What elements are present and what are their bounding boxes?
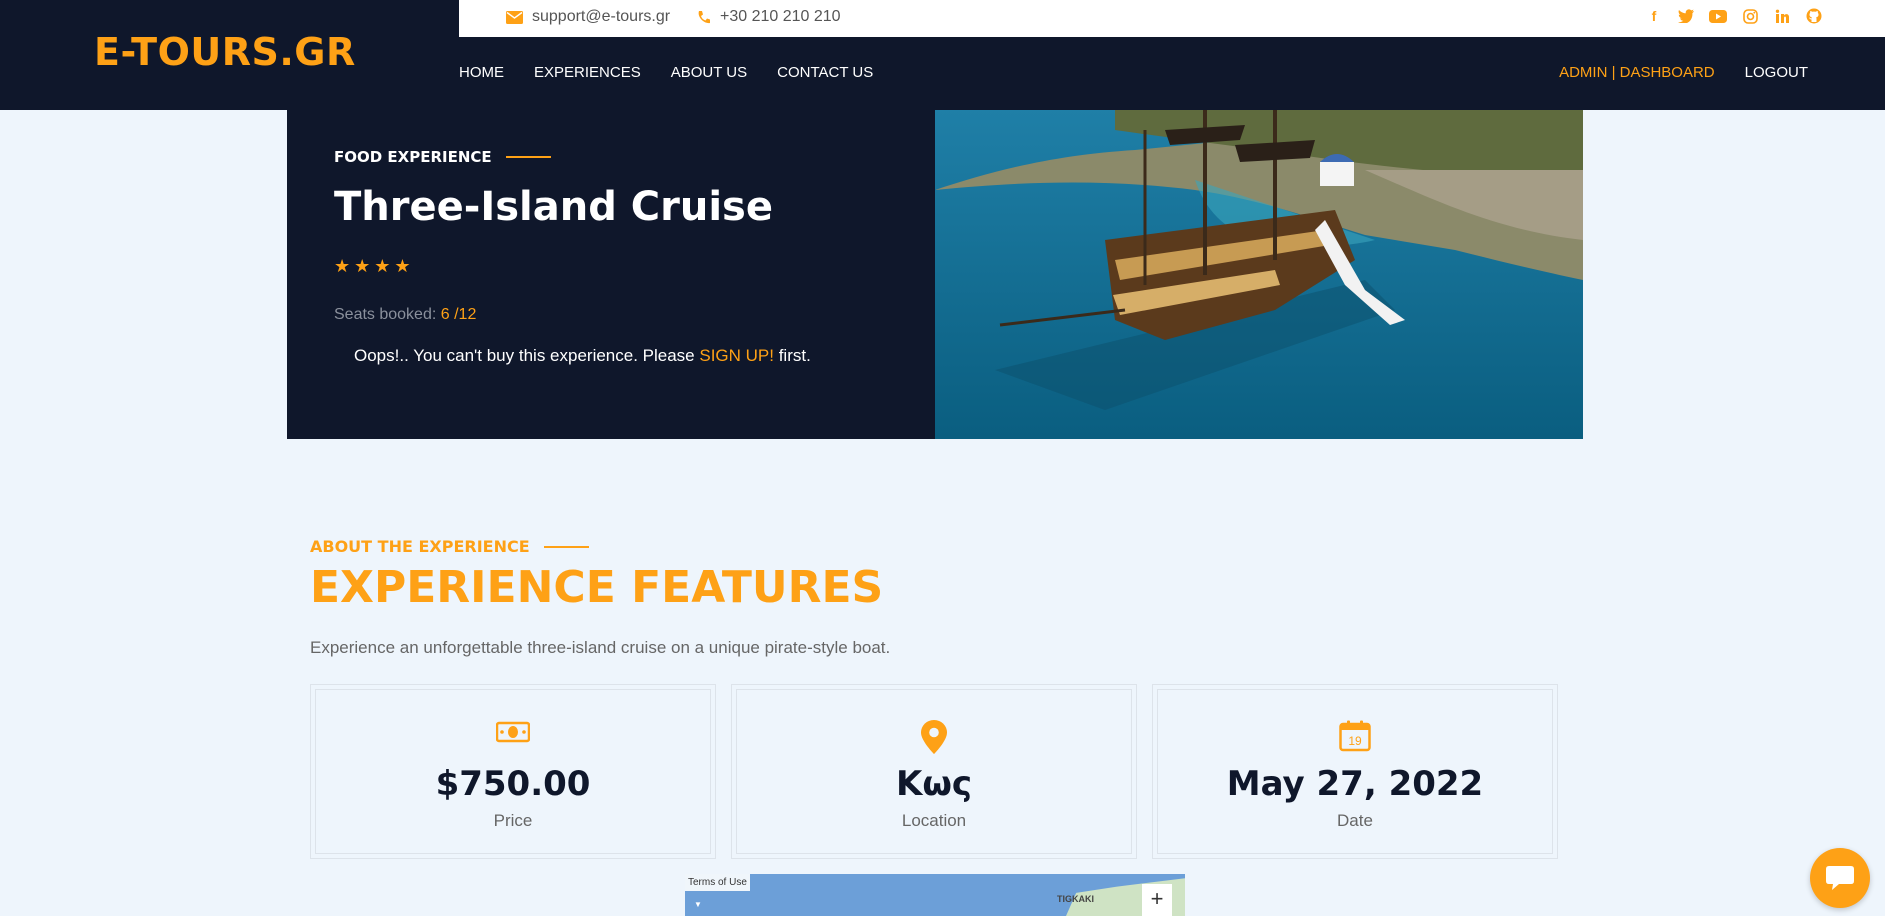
github-icon[interactable] xyxy=(1805,7,1823,25)
location-value: Κως xyxy=(895,764,973,804)
nav-admin-dashboard[interactable]: ADMIN | DASHBOARD xyxy=(1559,64,1715,81)
seats-label: Seats booked: xyxy=(334,306,437,323)
phone-text: +30 210 210 210 xyxy=(720,8,841,25)
email-contact[interactable]: support@e-tours.gr xyxy=(506,8,670,26)
star-icon: ★ xyxy=(374,256,391,276)
about-eyebrow: ABOUT THE EXPERIENCE xyxy=(310,537,589,556)
nav-experiences[interactable]: EXPERIENCES xyxy=(534,64,641,81)
features-heading: EXPERIENCE FEATURES xyxy=(310,562,884,613)
map-zoom-in-button[interactable]: + xyxy=(1142,884,1172,916)
rating-stars: ★ ★ ★ ★ xyxy=(334,256,411,277)
instagram-icon[interactable] xyxy=(1741,7,1759,25)
map-terms-link[interactable]: Terms of Use xyxy=(685,874,750,891)
notice-text: Oops!.. You can't buy this experience. P… xyxy=(354,346,700,365)
category-label: FOOD EXPERIENCE xyxy=(334,148,492,166)
location-label: Location xyxy=(901,811,967,830)
social-links: f xyxy=(1645,7,1823,25)
location-pin-icon xyxy=(921,720,947,759)
nav-contact-us[interactable]: CONTACT US xyxy=(777,64,873,81)
youtube-icon[interactable] xyxy=(1709,7,1727,25)
phone-icon xyxy=(698,10,710,23)
experience-hero-panel: FOOD EXPERIENCE Three-Island Cruise ★ ★ … xyxy=(287,110,935,439)
map-place-label: TIGKAKI xyxy=(1057,894,1094,904)
map-marker-icon: ▼ xyxy=(694,900,702,909)
top-contact-bar: support@e-tours.gr +30 210 210 210 f xyxy=(459,0,1885,37)
seats-value: 6 /12 xyxy=(440,306,477,323)
account-nav: ADMIN | DASHBOARD LOGOUT xyxy=(1559,64,1808,81)
price-value: $750.00 xyxy=(435,764,591,804)
calendar-icon: 19 xyxy=(1339,720,1371,757)
linkedin-icon[interactable] xyxy=(1773,7,1791,25)
seats-booked: Seats booked: 6 /12 xyxy=(334,306,476,324)
nav-about-us[interactable]: ABOUT US xyxy=(671,64,747,81)
email-text: support@e-tours.gr xyxy=(532,8,671,25)
signup-link[interactable]: SIGN UP! xyxy=(699,346,774,365)
nav-logout[interactable]: LOGOUT xyxy=(1745,64,1808,81)
money-icon xyxy=(495,720,531,749)
main-nav: HOME EXPERIENCES ABOUT US CONTACT US xyxy=(459,64,903,81)
chat-bubble-icon xyxy=(1826,866,1854,890)
experience-photo xyxy=(935,110,1583,439)
site-header: E-TOURS.GR support@e-tours.gr +30 210 21… xyxy=(0,0,1885,110)
envelope-icon xyxy=(506,10,523,24)
experience-description: Experience an unforgettable three-island… xyxy=(310,638,891,657)
calendar-day: 19 xyxy=(1348,734,1362,748)
notice-text-end: first. xyxy=(773,346,811,365)
date-label: Date xyxy=(1337,811,1373,830)
category-divider xyxy=(505,156,551,158)
star-icon: ★ xyxy=(334,256,351,276)
experience-category: FOOD EXPERIENCE xyxy=(334,148,551,166)
about-divider xyxy=(543,545,589,548)
chat-button[interactable] xyxy=(1810,848,1870,908)
date-value: May 27, 2022 xyxy=(1226,764,1484,804)
phone-contact[interactable]: +30 210 210 210 xyxy=(696,8,841,26)
star-icon: ★ xyxy=(394,256,411,276)
experience-title: Three-Island Cruise xyxy=(334,184,773,230)
feature-card-location: Κως Location xyxy=(731,684,1137,859)
site-logo[interactable]: E-TOURS.GR xyxy=(94,30,356,74)
star-icon: ★ xyxy=(354,256,371,276)
facebook-icon[interactable]: f xyxy=(1645,7,1663,25)
location-map[interactable]: Terms of Use ▼ TIGKAKI + xyxy=(685,874,1185,916)
nav-home[interactable]: HOME xyxy=(459,64,504,81)
price-label: Price xyxy=(493,811,533,830)
feature-card-price: $750.00 Price xyxy=(310,684,716,859)
twitter-icon[interactable] xyxy=(1677,7,1695,25)
feature-card-date: 19 May 27, 2022 Date xyxy=(1152,684,1558,859)
about-eyebrow-label: ABOUT THE EXPERIENCE xyxy=(310,537,530,556)
purchase-notice: Oops!.. You can't buy this experience. P… xyxy=(354,346,811,366)
